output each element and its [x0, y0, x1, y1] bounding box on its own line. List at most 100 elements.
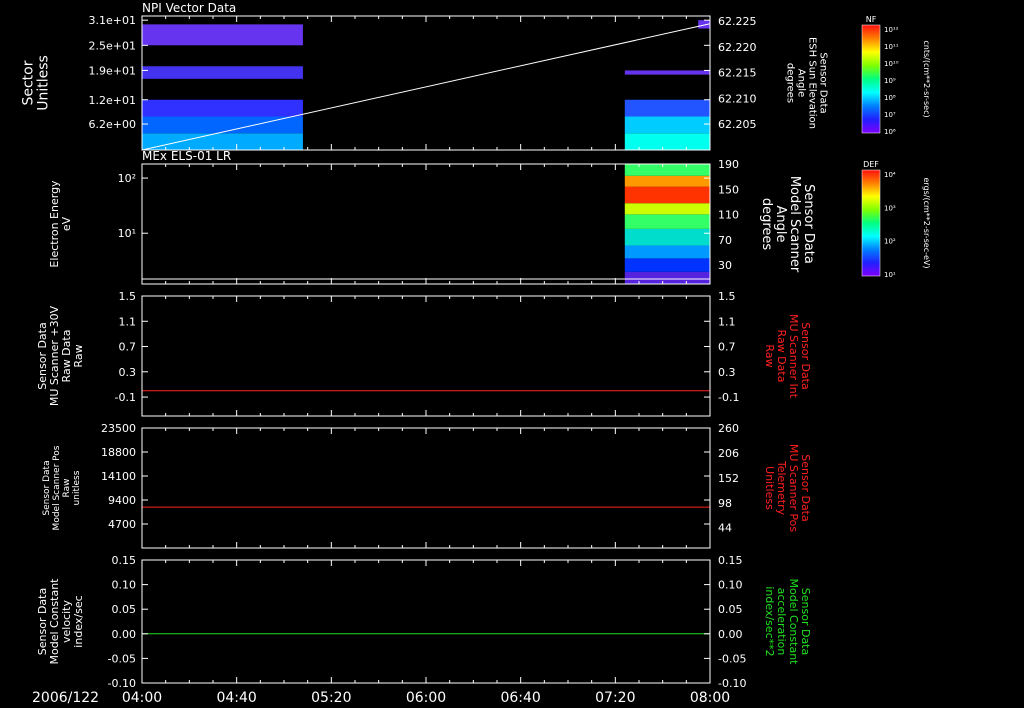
left-tick-label-2-3: 0.3: [119, 366, 137, 379]
panel-frame-3: [141, 427, 711, 549]
left-tick-label-4-3: 0.00: [112, 628, 137, 641]
colorbar-tick-label-1-1: 10³: [884, 204, 896, 212]
colorbar-tick-label-0-0: 10¹²: [884, 26, 899, 34]
left-tick-label-4-4: -0.05: [108, 652, 136, 665]
spectrogram-cell-0-1: [142, 116, 303, 134]
left-tick-label-1-1: 10¹: [118, 227, 136, 240]
panel-title-0: NPI Vector Data: [142, 1, 236, 15]
right-tick-label-4-5: -0.10: [718, 677, 746, 690]
date-label: 2006/122: [32, 690, 99, 706]
time-label-0: 04:00: [122, 690, 162, 706]
colorbar-0: [861, 24, 881, 134]
colorbar-tick-label-0-1: 10¹¹: [884, 43, 899, 51]
spectrogram-cell-0-3: [142, 66, 303, 79]
time-label-6: 08:00: [690, 690, 730, 706]
left-axis-label-1-1: eV: [60, 216, 73, 231]
right-tick-label-3-2: 152: [718, 472, 739, 485]
left-axis-label-0-1: Unitless: [36, 55, 52, 111]
right-tick-label-0-1: 62.220: [718, 41, 757, 54]
colorbar-title-1: DEF: [863, 160, 879, 169]
colorbar-tick-label-0-4: 10⁸: [884, 94, 896, 102]
right-tick-label-3-1: 206: [718, 447, 739, 460]
panel-title-1: MEx ELS-01 LR: [142, 149, 231, 163]
colorbar-tick-label-0-6: 10⁶: [884, 128, 896, 136]
colorbar-tick-label-1-3: 10¹: [884, 271, 896, 279]
right-tick-label-1-3: 70: [718, 234, 732, 247]
spectrogram-cell-1-2: [624, 245, 710, 259]
plot-canvas: 3.1e+01 2.5e+01 1.9e+01 1.2e+01 6.2e+00 62.22…: [21, 1, 932, 706]
spectrogram-cell-0-8: [624, 70, 710, 75]
right-axis-label-3-3: Unitless: [763, 466, 776, 510]
colorbar-tick-label-1-0: 10⁴: [884, 171, 896, 179]
right-tick-label-4-4: -0.05: [718, 652, 746, 665]
right-tick-label-3-0: 260: [718, 422, 739, 435]
right-tick-label-2-4: -0.1: [718, 391, 739, 404]
left-tick-label-4-0: 0.15: [112, 554, 137, 567]
spectrogram-cell-0-6: [624, 116, 710, 134]
left-tick-label-2-0: 1.5: [119, 290, 137, 303]
left-tick-label-4-2: 0.05: [112, 603, 137, 616]
panel-frame-4: [141, 559, 711, 684]
right-tick-label-4-0: 0.15: [718, 554, 743, 567]
colorbar-tick-label-0-5: 10⁷: [884, 111, 896, 119]
right-axis-label-0-1: ESH Sun Elevation: [807, 37, 818, 129]
right-tick-label-2-0: 1.5: [718, 290, 736, 303]
right-axis-label-4-3: index/sec**2: [763, 586, 776, 656]
right-axis-label-2-3: Raw: [763, 344, 776, 367]
left-axis-label-4-3: index/sec: [72, 595, 85, 647]
left-axis-label-3-0: Sensor Data: [42, 460, 52, 515]
right-axis-label-1-3: degrees: [759, 198, 774, 251]
left-tick-label-3-1: 18800: [101, 446, 136, 459]
right-tick-label-4-3: 0.00: [718, 628, 743, 641]
left-tick-label-3-2: 14100: [101, 470, 136, 483]
right-tick-label-2-2: 0.7: [718, 341, 736, 354]
colorbar-unit-0: cnts/(cm**2-sr-sec): [922, 40, 931, 117]
time-label-4: 06:40: [500, 690, 540, 706]
colorbar-title-0: NF: [866, 15, 877, 24]
right-axis-label-1-2: Angle: [773, 206, 788, 243]
spectrogram-cell-1-3: [624, 228, 710, 246]
left-tick-label-3-4: 4700: [108, 518, 136, 531]
right-tick-label-1-4: 30: [718, 259, 732, 272]
spectrogram-cell-1-6: [624, 186, 710, 204]
right-tick-label-0-2: 62.215: [718, 67, 757, 80]
left-tick-label-0-3: 1.2e+01: [89, 94, 136, 107]
right-tick-label-2-3: 0.3: [718, 366, 736, 379]
spectrogram-cell-1-4: [624, 214, 710, 229]
spectrogram-cell-0-7: [624, 99, 710, 117]
spectrogram-cell-1-1: [624, 258, 710, 272]
left-axis-label-3-3: unitless: [72, 470, 82, 505]
spectrogram-cell-0-4: [142, 24, 303, 46]
left-axis-label-2-3: Raw: [72, 344, 85, 367]
right-tick-label-0-4: 62.205: [718, 118, 757, 131]
right-axis-label-0-3: degrees: [785, 63, 796, 103]
right-tick-label-1-2: 110: [718, 209, 739, 222]
right-axis-label-1-1: Model Scanner: [787, 176, 802, 273]
left-tick-label-0-1: 2.5e+01: [89, 39, 136, 52]
colorbar-tick-label-1-2: 10²: [884, 238, 896, 246]
spectrogram-cell-1-0: [624, 271, 710, 284]
panel-frame-2: [141, 295, 711, 417]
spectrogram-cell-0-2: [142, 99, 303, 117]
left-tick-label-3-3: 9400: [108, 494, 136, 507]
left-tick-label-1-0: 10²: [118, 172, 136, 185]
right-tick-label-3-3: 98: [718, 497, 732, 510]
right-tick-label-0-0: 62.225: [718, 15, 757, 28]
right-tick-label-4-2: 0.05: [718, 603, 743, 616]
left-tick-label-2-1: 1.1: [119, 315, 137, 328]
time-label-1: 04:40: [216, 690, 256, 706]
spectrogram-cell-1-5: [624, 203, 710, 215]
right-axis-label-0-0: Sensor Data: [818, 52, 829, 113]
left-axis-label-0-0: Sector: [21, 60, 37, 105]
colorbar-1: [861, 169, 881, 277]
spectrogram-cell-1-7: [624, 175, 710, 187]
left-tick-label-4-1: 0.10: [112, 579, 137, 592]
right-axis-label-1-0: Sensor Data: [801, 184, 816, 264]
right-tick-label-2-1: 1.1: [718, 315, 736, 328]
left-tick-label-4-5: -0.10: [108, 677, 136, 690]
time-label-5: 07:20: [595, 690, 635, 706]
left-tick-label-0-2: 1.9e+01: [89, 64, 136, 77]
right-tick-label-3-4: 44: [718, 522, 732, 535]
right-tick-label-1-0: 190: [718, 158, 739, 171]
left-tick-label-2-4: -0.1: [115, 391, 136, 404]
